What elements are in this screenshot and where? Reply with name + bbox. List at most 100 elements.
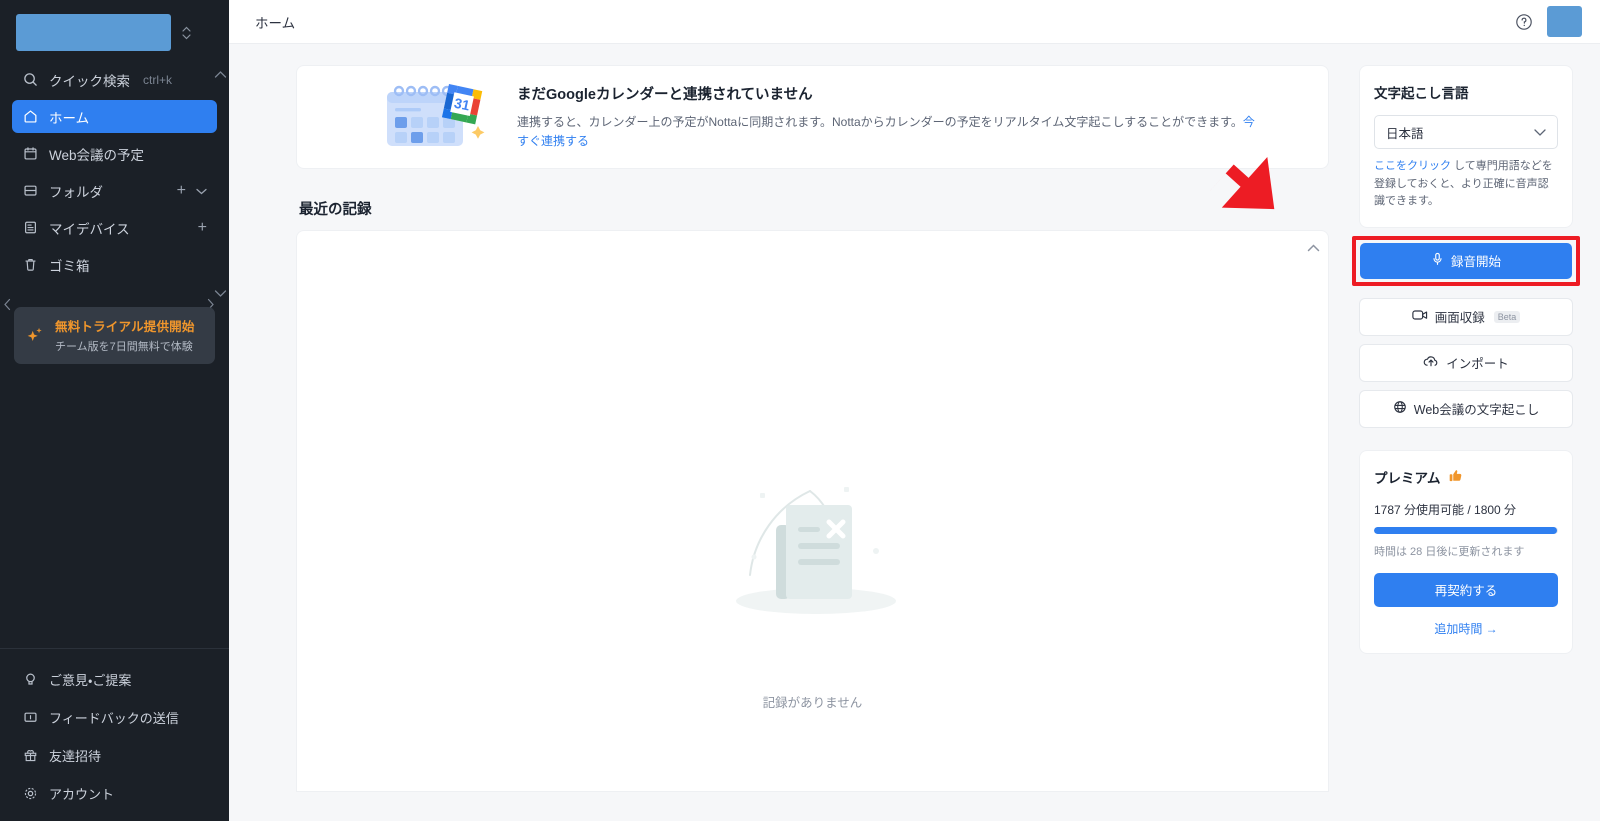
records-scroll-up-icon[interactable]: [1307, 239, 1320, 257]
sidebar-item-account[interactable]: アカウント: [12, 777, 217, 810]
banner-description: 連携すると、カレンダー上の予定がNottaに同期されます。Nottaからカレンダ…: [517, 113, 1262, 150]
gear-icon: [22, 786, 38, 802]
recent-records-panel: 記録がありません: [297, 231, 1328, 791]
screen-record-button[interactable]: 画面収録 Beta: [1360, 298, 1572, 335]
microphone-icon: [1431, 252, 1444, 269]
sidebar-item-label: フォルダ: [49, 184, 103, 200]
quick-search-shortcut: ctrl+k: [143, 72, 173, 87]
content-region: 31 まだGoogleカレンダーと連携されていません 連携すると、カレンダー上の…: [229, 44, 1600, 821]
sidebar-scroll-down-icon[interactable]: [214, 285, 227, 303]
search-icon: [22, 72, 38, 88]
add-device-icon[interactable]: +: [198, 219, 207, 236]
workspace-name-redacted: [16, 14, 171, 51]
chevron-down-icon: [1534, 125, 1546, 139]
import-label: インポート: [1446, 357, 1509, 372]
folder-icon: [22, 183, 38, 199]
sidebar-middle-spacer: 無料トライアル提供開始 チーム版を7日間無料で体験: [0, 285, 229, 648]
premium-progress-bar: [1374, 526, 1558, 534]
google-calendar-banner: 31 まだGoogleカレンダーと連携されていません 連携すると、カレンダー上の…: [297, 66, 1328, 168]
sidebar-header: [0, 0, 229, 57]
center-column: 31 まだGoogleカレンダーと連携されていません 連携すると、カレンダー上の…: [229, 44, 1346, 821]
sidebar-item-label: マイデバイス: [49, 221, 130, 237]
free-trial-banner[interactable]: 無料トライアル提供開始 チーム版を7日間無料で体験: [14, 307, 215, 364]
workspace-switcher[interactable]: [12, 14, 217, 51]
sidebar-item-send-feedback[interactable]: フィードバックの送信: [12, 701, 217, 734]
sidebar-item-label: アカウント: [49, 787, 115, 802]
sidebar-bottom-nav: ご意見・ご提案 フィードバックの送信 友達招待 アカウント: [0, 655, 229, 821]
empty-document-icon: [698, 467, 928, 632]
beta-badge: Beta: [1493, 310, 1521, 323]
sidebar-prev-arrow-icon[interactable]: [3, 298, 12, 316]
web-meeting-transcribe-label: Web会議の文字起こし: [1413, 403, 1540, 418]
sidebar: クイック検索 ctrl+k ホーム Web会議の予定 フォルダ + マイデバイス…: [0, 0, 229, 821]
notta-app-window: クイック検索 ctrl+k ホーム Web会議の予定 フォルダ + マイデバイス…: [0, 0, 1600, 821]
workspace-chevrons-icon[interactable]: [177, 18, 195, 48]
sidebar-item-label: ご意見・ご提案: [49, 673, 132, 688]
folder-expand-chevron-icon[interactable]: [196, 183, 207, 198]
home-icon: [22, 109, 38, 125]
web-meeting-transcribe-button[interactable]: Web会議の文字起こし: [1360, 390, 1572, 427]
gift-icon: [22, 748, 38, 764]
glossary-hint: ここをクリック して専門用語などを登録しておくと、より正確に音声認識できます。: [1374, 158, 1558, 211]
sidebar-item-web-meeting-schedule[interactable]: Web会議の予定: [12, 137, 217, 170]
language-select[interactable]: 日本語: [1374, 115, 1558, 149]
main-area: ホーム 31 まだGoogleカレンダーと連携されていません 連携すると、カレン…: [229, 0, 1600, 821]
banner-text-block: まだGoogleカレンダーと連携されていません 連携すると、カレンダー上の予定が…: [517, 83, 1302, 150]
glossary-link[interactable]: ここをクリック: [1374, 160, 1451, 172]
video-camera-icon: [1412, 309, 1428, 324]
empty-state: 記録がありません: [297, 467, 1328, 711]
premium-progress-fill: [1374, 526, 1557, 534]
breadcrumb: ホーム: [255, 15, 296, 31]
premium-renew-text: 時間は 28 日後に更新されます: [1374, 545, 1525, 558]
message-icon: [22, 710, 38, 726]
start-recording-label: 録音開始: [1450, 255, 1501, 270]
sidebar-nav: クイック検索 ctrl+k ホーム Web会議の予定 フォルダ + マイデバイス…: [0, 57, 229, 285]
sidebar-item-label: クイック検索: [49, 73, 130, 89]
trash-icon: [22, 257, 38, 273]
screen-record-label: 画面収録: [1434, 311, 1485, 326]
sidebar-item-folder[interactable]: フォルダ +: [12, 174, 217, 207]
banner-description-text: 連携すると、カレンダー上の予定がNottaに同期されます。Nottaからカレンダ…: [517, 115, 1243, 130]
action-buttons-group: 録音開始 画面収録 Beta インポート Web会議の文字起こし: [1352, 235, 1580, 427]
globe-icon: [1393, 400, 1407, 417]
premium-heading-row: プレミアム: [1374, 467, 1558, 487]
upload-cloud-icon: [1423, 355, 1439, 371]
google-calendar-illustration: 31: [375, 76, 495, 158]
sparkles-icon: [24, 324, 46, 346]
import-button[interactable]: インポート: [1360, 344, 1572, 381]
premium-resubscribe-button[interactable]: 再契約する: [1374, 572, 1558, 607]
sidebar-divider: [0, 648, 229, 649]
recent-records-heading: 最近の記録: [299, 202, 372, 218]
transcription-language-card: 文字起こし言語 日本語 ここをクリック して専門用語などを登録しておくと、より正…: [1360, 66, 1572, 227]
transcription-language-heading: 文字起こし言語: [1374, 86, 1469, 101]
trial-subtitle: チーム版を7日間無料で体験: [55, 341, 193, 353]
lightbulb-icon: [22, 672, 38, 688]
language-select-value: 日本語: [1386, 126, 1424, 141]
add-folder-icon[interactable]: +: [177, 182, 186, 199]
banner-title: まだGoogleカレンダーと連携されていません: [517, 87, 813, 104]
sidebar-item-trash[interactable]: ゴミ箱: [12, 248, 217, 281]
avatar[interactable]: [1547, 6, 1582, 37]
sidebar-item-label: ホーム: [49, 110, 90, 126]
sidebar-item-label: ゴミ箱: [49, 258, 90, 274]
sidebar-item-home[interactable]: ホーム: [12, 100, 217, 133]
premium-usage-text: 1787 分使用可能 / 1800 分: [1374, 502, 1517, 517]
sidebar-item-suggestions[interactable]: ご意見・ご提案: [12, 663, 217, 696]
record-button-slot: 録音開始: [1352, 235, 1580, 286]
premium-card: プレミアム 1787 分使用可能 / 1800 分 時間は 28 日後に更新され…: [1360, 450, 1572, 653]
help-circle-icon[interactable]: [1515, 13, 1533, 31]
sidebar-item-label: フィードバックの送信: [49, 711, 179, 726]
sidebar-item-quick-search[interactable]: クイック検索 ctrl+k: [12, 63, 217, 96]
device-icon: [22, 220, 38, 236]
sidebar-item-invite-friends[interactable]: 友達招待: [12, 739, 217, 772]
topbar: ホーム: [229, 0, 1600, 44]
start-recording-button[interactable]: 録音開始: [1360, 242, 1572, 279]
right-panel: 文字起こし言語 日本語 ここをクリック して専門用語などを登録しておくと、より正…: [1346, 44, 1600, 821]
sidebar-item-my-devices[interactable]: マイデバイス +: [12, 211, 217, 244]
sidebar-item-label: Web会議の予定: [49, 147, 145, 163]
sidebar-item-label: 友達招待: [49, 749, 102, 764]
trial-title: 無料トライアル提供開始: [55, 320, 195, 334]
empty-state-text: 記録がありません: [762, 696, 863, 710]
premium-add-time-link[interactable]: 追加時間 →: [1374, 620, 1558, 637]
premium-heading: プレミアム: [1374, 470, 1441, 486]
